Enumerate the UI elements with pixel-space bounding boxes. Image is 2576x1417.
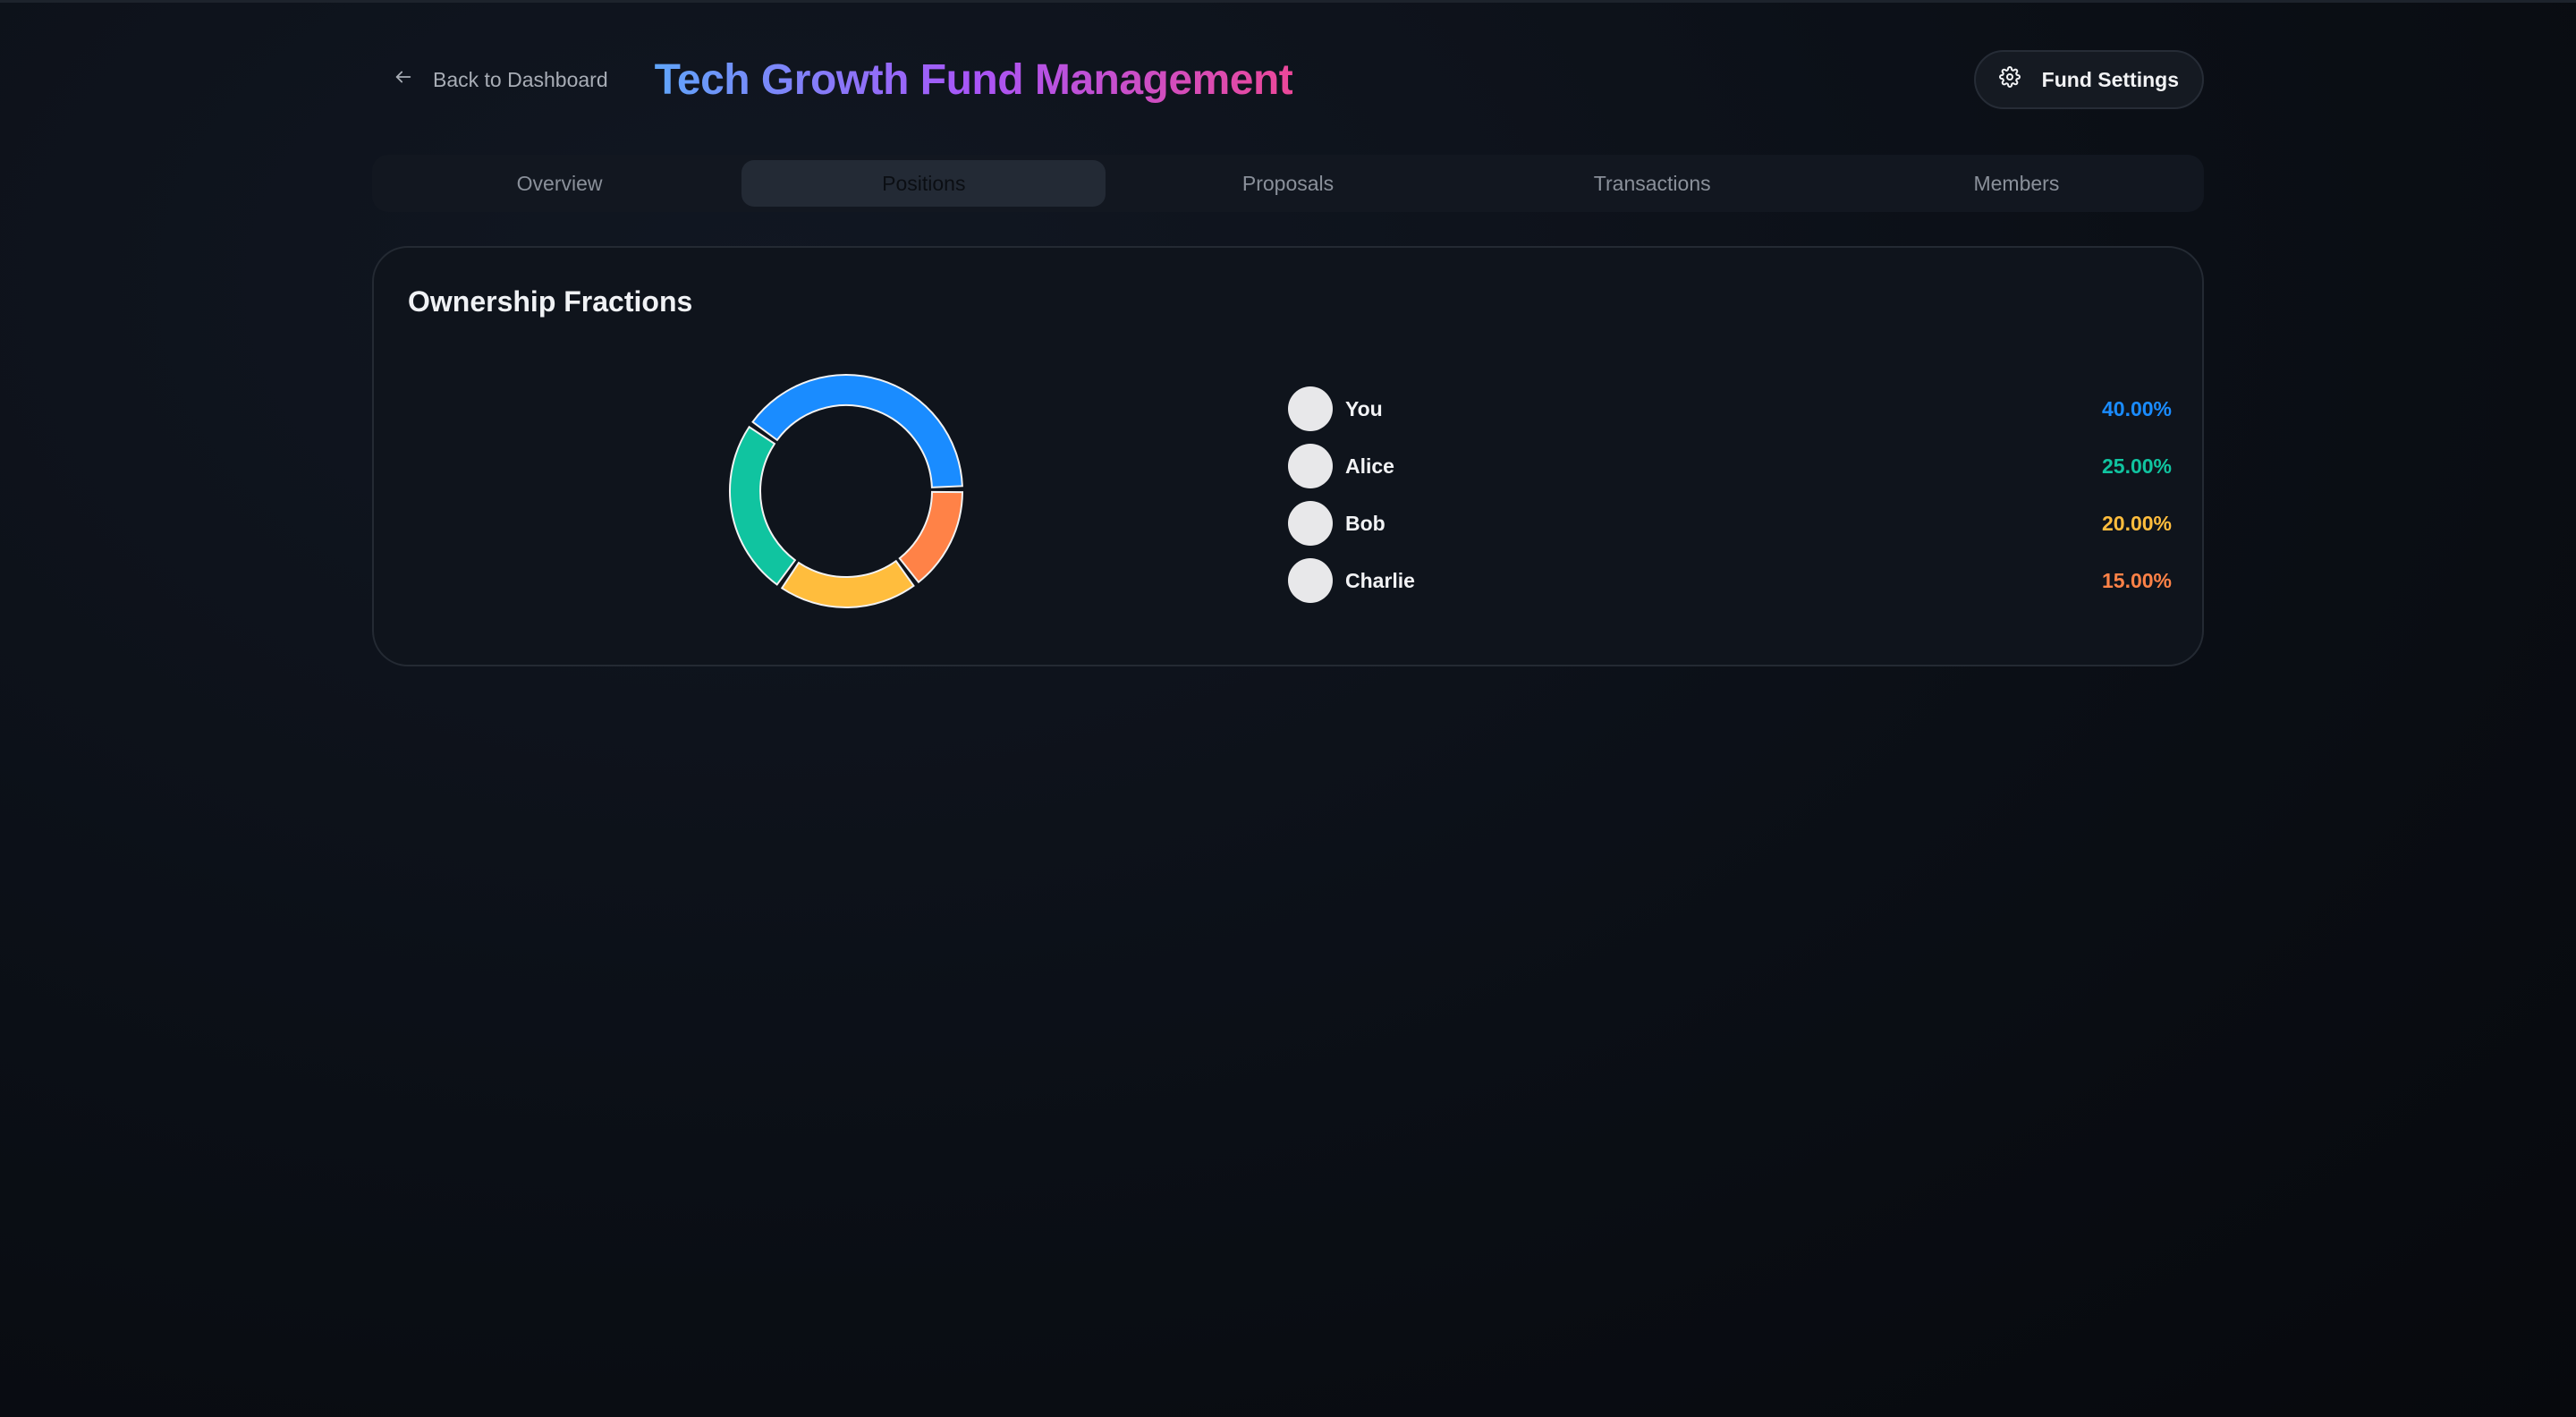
fund-settings-label: Fund Settings — [2041, 67, 2179, 91]
tab-positions[interactable]: Positions — [741, 160, 1106, 207]
tab-members[interactable]: Members — [1835, 160, 2199, 207]
page-title: Tech Growth Fund Management — [654, 55, 1293, 104]
member-name: Bob — [1345, 511, 1385, 535]
member-name: Charlie — [1345, 568, 1415, 592]
member-name: Alice — [1345, 454, 1394, 478]
tab-bar: Overview Positions Proposals Transaction… — [372, 155, 2204, 212]
legend-item-you: You 40.00% — [1288, 380, 2172, 437]
gear-icon — [1998, 66, 2021, 93]
ownership-title: Ownership Fractions — [408, 285, 693, 318]
member-fraction: 25.00% — [2101, 454, 2172, 478]
ownership-card: Ownership Fractions You 40.00% Alice 25.… — [372, 246, 2204, 666]
member-fraction: 15.00% — [2101, 568, 2172, 592]
ownership-donut-chart — [729, 374, 964, 608]
member-avatar — [1288, 501, 1333, 546]
back-to-dashboard-link[interactable]: Back to Dashboard — [394, 67, 608, 92]
ownership-legend: You 40.00% Alice 25.00% Bob 20.00% Charl… — [1288, 380, 2172, 609]
page-header: Back to Dashboard Tech Growth Fund Manag… — [372, 49, 2204, 110]
member-fraction: 40.00% — [2101, 396, 2172, 420]
donut-slice-alice — [729, 425, 797, 586]
tab-overview[interactable]: Overview — [377, 160, 741, 207]
donut-slice-you — [751, 374, 963, 488]
fund-management-page: Back to Dashboard Tech Growth Fund Manag… — [0, 3, 2576, 1417]
member-name: You — [1345, 396, 1383, 420]
legend-item-charlie: Charlie 15.00% — [1288, 552, 2172, 609]
member-avatar — [1288, 444, 1333, 488]
donut-slice-bob — [780, 559, 915, 608]
donut-slice-charlie — [898, 490, 964, 584]
member-avatar — [1288, 558, 1333, 603]
legend-item-bob: Bob 20.00% — [1288, 495, 2172, 552]
legend-item-alice: Alice 25.00% — [1288, 437, 2172, 495]
tab-proposals[interactable]: Proposals — [1106, 160, 1470, 207]
arrow-left-icon — [394, 67, 413, 92]
back-link-label: Back to Dashboard — [433, 67, 608, 91]
fund-settings-button[interactable]: Fund Settings — [1973, 50, 2204, 109]
tab-transactions[interactable]: Transactions — [1470, 160, 1835, 207]
member-fraction: 20.00% — [2101, 511, 2172, 535]
member-avatar — [1288, 386, 1333, 431]
